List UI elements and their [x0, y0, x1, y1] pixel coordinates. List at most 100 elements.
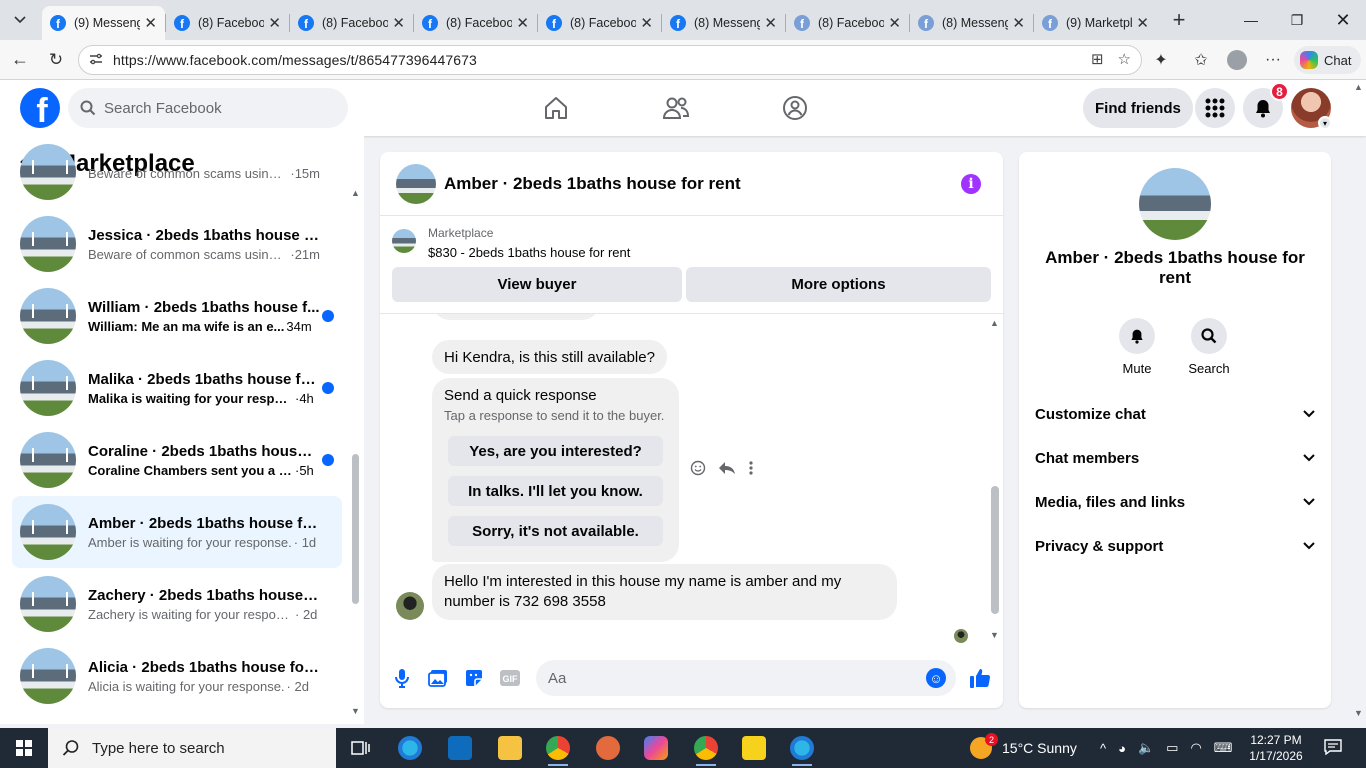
conversation-item[interactable]: Alicia · 2beds 1baths house for r... Alic… [12, 640, 342, 712]
close-tab-icon[interactable]: ✕ [1012, 14, 1025, 32]
sticker-icon[interactable] [462, 666, 486, 690]
copilot-app-icon[interactable] [644, 736, 668, 760]
keyboard-icon[interactable]: ⌨ [1214, 740, 1233, 756]
react-emoji-icon[interactable] [690, 460, 706, 481]
weather-widget[interactable]: 2 15°C Sunny [970, 728, 1077, 768]
groups-nav-button[interactable] [765, 80, 825, 136]
scroll-down-icon[interactable]: ▼ [351, 706, 360, 716]
thumbs-up-icon[interactable] [968, 666, 992, 690]
browser-tab[interactable]: f (8) Facebook ✕ [786, 6, 909, 40]
emoji-icon[interactable]: ☺ [926, 668, 946, 688]
address-bar[interactable]: https://www.facebook.com/messages/t/8654… [78, 45, 1142, 75]
wifi-icon[interactable]: ◠ [1190, 740, 1201, 756]
facebook-search-input[interactable]: Search Facebook [68, 88, 348, 128]
search-conversation-button[interactable]: Search [1179, 318, 1239, 376]
outlook-app-icon[interactable] [448, 736, 472, 760]
chrome-app-icon[interactable] [546, 736, 570, 766]
settings-menu-button[interactable]: ··· [1258, 45, 1288, 75]
scrollbar-thumb[interactable] [991, 486, 999, 614]
find-friends-button[interactable]: Find friends [1083, 88, 1193, 128]
conversation-item[interactable]: Beware of common scams using ... ·15m [12, 136, 342, 208]
scroll-down-icon[interactable]: ▼ [1354, 708, 1363, 718]
conversation-scrollbar[interactable]: ▲ ▼ [351, 184, 360, 716]
extensions-button[interactable]: ✦ [1146, 45, 1176, 75]
reload-button[interactable]: ↻ [40, 44, 72, 76]
more-options-button[interactable]: More options [686, 267, 991, 302]
browser-tab[interactable]: f (8) Facebook ✕ [166, 6, 289, 40]
browser-tab[interactable]: f (8) Messenger✕ [910, 6, 1033, 40]
conversation-item[interactable]: Amber · 2beds 1baths house for ... Amber … [12, 496, 342, 568]
conversation-item[interactable]: William · 2beds 1baths house f... William… [12, 280, 342, 352]
close-tab-icon[interactable]: ✕ [764, 14, 777, 32]
close-tab-icon[interactable]: ✕ [392, 14, 405, 32]
new-tab-button[interactable]: + [1165, 6, 1193, 34]
copilot-chat-button[interactable]: Chat [1294, 46, 1362, 74]
task-view-icon[interactable] [348, 736, 372, 760]
minimize-button[interactable]: — [1228, 0, 1274, 40]
favorite-star-icon[interactable]: ☆ [1118, 50, 1131, 68]
quick-response-option[interactable]: Sorry, it's not available. [448, 516, 663, 546]
sender-avatar[interactable] [396, 592, 424, 620]
browser-tab[interactable]: f (8) Facebook ✕ [290, 6, 413, 40]
chevron-up-icon[interactable]: ^ [1100, 741, 1106, 756]
taskbar-search-box[interactable]: Type here to search [48, 728, 336, 768]
account-menu-chevron-icon[interactable]: ▾ [1318, 116, 1332, 130]
scroll-down-icon[interactable]: ▼ [990, 630, 999, 640]
mute-button[interactable]: Mute [1107, 318, 1167, 376]
close-tab-icon[interactable]: ✕ [268, 14, 281, 32]
quick-response-option[interactable]: Yes, are you interested? [448, 436, 663, 466]
edge-active-app-icon[interactable] [790, 736, 814, 766]
browser-tab[interactable]: f (9) Messenger✕ [42, 6, 165, 40]
facebook-logo[interactable]: f [20, 88, 60, 128]
listing-title[interactable]: $830 - 2beds 1baths house for rent [428, 245, 630, 260]
friends-nav-button[interactable] [646, 80, 706, 136]
taskbar-clock[interactable]: 12:27 PM 1/17/2026 [1244, 732, 1308, 764]
message-input[interactable]: Aa ☺ [536, 660, 956, 696]
privacy-support-row[interactable]: Privacy & support [1035, 524, 1315, 568]
notifications-button[interactable]: 8 [1243, 82, 1289, 128]
profile-button[interactable] [1222, 45, 1252, 75]
browser-tab[interactable]: f (8) Facebook ✕ [538, 6, 661, 40]
close-tab-icon[interactable]: ✕ [144, 14, 157, 32]
restore-button[interactable]: ❐ [1274, 0, 1320, 40]
conversation-item[interactable]: Zachery · 2beds 1baths house fo... Zacher… [12, 568, 342, 640]
notification-center-button[interactable] [1324, 728, 1342, 768]
paint-app-icon[interactable] [596, 736, 620, 760]
close-tab-icon[interactable]: ✕ [1136, 14, 1149, 32]
chat-scrollbar[interactable]: ▲ ▼ [989, 318, 999, 644]
edge-app-icon[interactable] [398, 736, 422, 760]
conversation-item[interactable]: Jessica · 2beds 1baths house for ... Bewa… [12, 208, 342, 280]
scroll-up-icon[interactable]: ▲ [351, 188, 360, 198]
favorites-button[interactable]: ✩ [1186, 45, 1216, 75]
photo-icon[interactable] [426, 666, 450, 690]
app-available-icon[interactable]: ⊞ [1091, 50, 1104, 68]
scrollbar-thumb[interactable] [352, 454, 359, 604]
start-button[interactable] [0, 728, 48, 768]
gif-icon[interactable]: GIF [498, 666, 522, 690]
chat-title[interactable]: Amber · 2beds 1baths house for rent [444, 174, 741, 194]
chrome-profile-app-icon[interactable] [694, 736, 718, 766]
quick-response-option[interactable]: In talks. I'll let you know. [448, 476, 663, 506]
listing-thumbnail[interactable] [392, 229, 416, 253]
speaker-icon[interactable]: 🔈 [1138, 740, 1154, 756]
home-nav-button[interactable] [526, 80, 586, 136]
close-window-button[interactable]: ✕ [1320, 0, 1366, 40]
file-explorer-icon[interactable] [498, 736, 522, 760]
browser-tab[interactable]: f (8) Messenger✕ [662, 6, 785, 40]
browser-tab[interactable]: f (9) Marketplace✕ [1034, 6, 1157, 40]
page-scrollbar[interactable]: ▲ ▼ [1350, 80, 1366, 724]
microphone-icon[interactable] [390, 666, 414, 690]
scroll-up-icon[interactable]: ▲ [1354, 82, 1363, 92]
details-avatar[interactable] [1139, 168, 1211, 240]
battery-icon[interactable]: ▭ [1166, 740, 1178, 756]
site-info-icon[interactable] [89, 53, 103, 68]
media-files-links-row[interactable]: Media, files and links [1035, 480, 1315, 524]
chat-members-row[interactable]: Chat members [1035, 436, 1315, 480]
close-tab-icon[interactable]: ✕ [888, 14, 901, 32]
close-tab-icon[interactable]: ✕ [516, 14, 529, 32]
chat-avatar[interactable] [396, 163, 436, 204]
more-vertical-icon[interactable] [748, 460, 754, 481]
tab-actions-menu-button[interactable] [4, 4, 36, 36]
back-button[interactable]: ← [4, 44, 36, 76]
scroll-up-icon[interactable]: ▲ [990, 318, 999, 328]
